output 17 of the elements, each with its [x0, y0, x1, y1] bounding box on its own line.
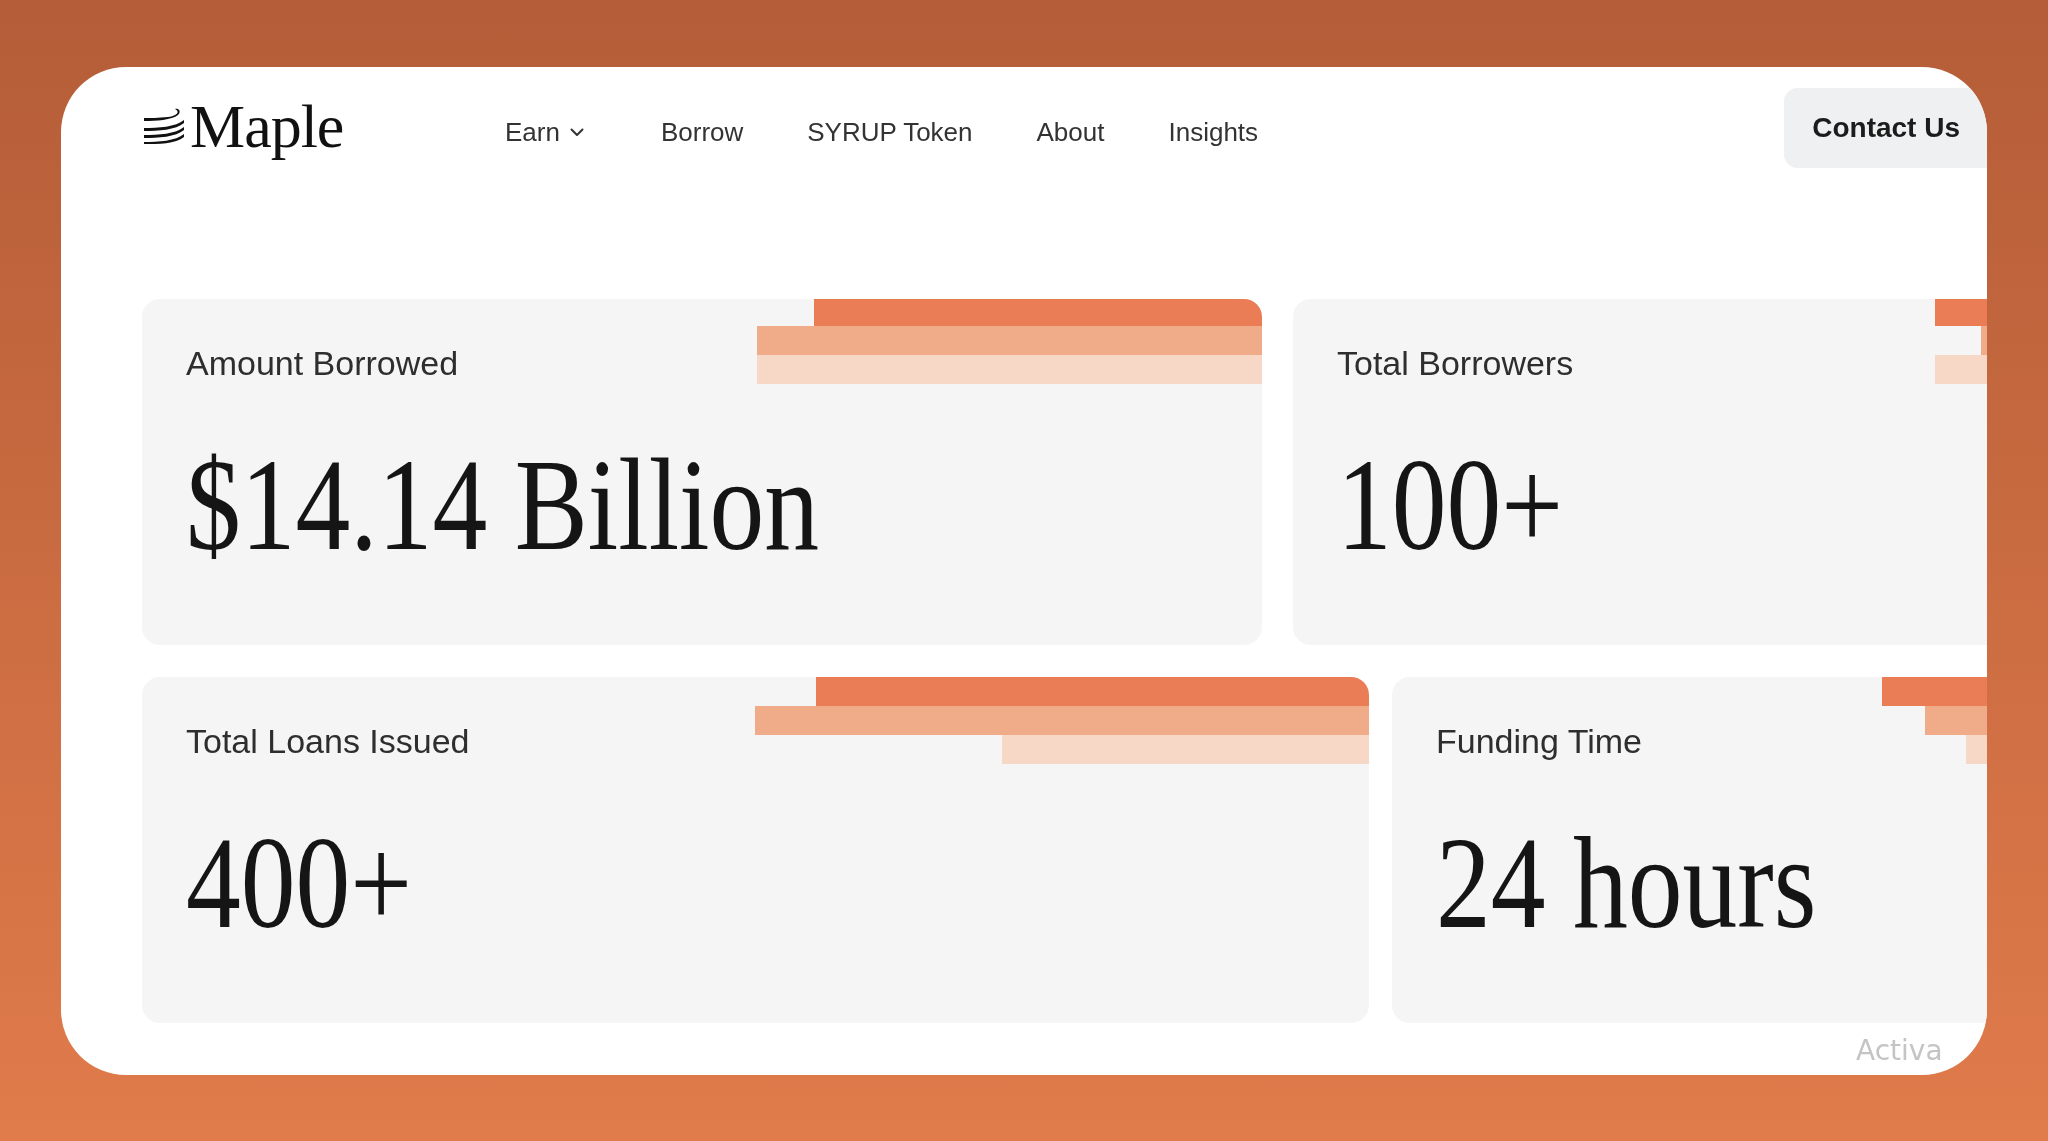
stat-value: 24 hours: [1436, 817, 1817, 949]
stat-label: Total Loans Issued: [186, 721, 470, 761]
stat-value: 400+: [186, 817, 413, 949]
stat-value: $14.14 Billion: [186, 439, 820, 571]
logo-text[interactable]: Maple: [190, 93, 344, 159]
stat-value: 100+: [1337, 439, 1564, 571]
stat-label: Total Borrowers: [1337, 343, 1574, 383]
nav-link[interactable]: Insights: [1168, 116, 1259, 148]
nav-link[interactable]: Borrow: [660, 116, 744, 148]
nav-link[interactable]: Earn: [505, 116, 584, 148]
stacked-waves-icon: [142, 108, 186, 144]
stat-label: Amount Borrowed: [186, 343, 459, 383]
nav-link[interactable]: SYRUP Token: [807, 116, 973, 148]
os-notice-text: Activa: [1856, 1035, 1943, 1067]
contact-button[interactable]: Contact Us: [1784, 88, 1987, 168]
stat-label: Funding Time: [1436, 721, 1642, 761]
nav-link[interactable]: About: [1036, 116, 1105, 148]
